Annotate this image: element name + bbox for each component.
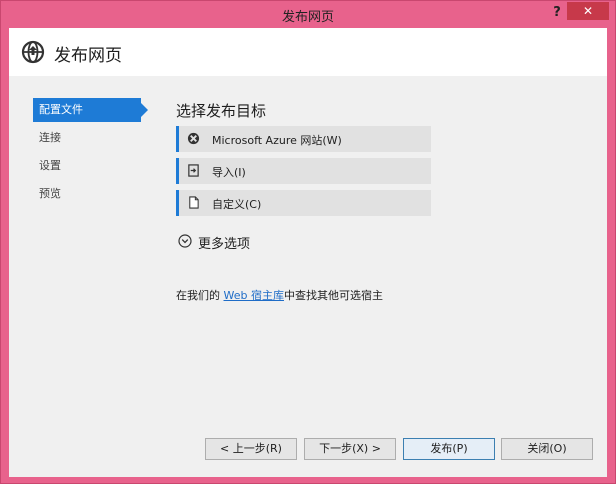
previous-button[interactable]: < 上一步(R) — [205, 438, 297, 460]
nav-item-preview[interactable]: 预览 — [33, 182, 143, 206]
globe-publish-icon — [21, 40, 45, 64]
nav-item-settings[interactable]: 设置 — [33, 154, 143, 178]
more-options-label: 更多选项 — [198, 237, 251, 252]
target-custom-label: 自定义(C) — [212, 198, 262, 211]
target-custom-button[interactable]: 自定义(C) — [176, 190, 431, 216]
target-azure-button[interactable]: Microsoft Azure 网站(W) — [176, 126, 431, 152]
web-hosting-gallery-link[interactable]: Web 宿主库 — [224, 289, 284, 302]
chevron-down-circle-icon — [178, 234, 192, 248]
host-line-prefix: 在我们的 — [176, 289, 224, 302]
publish-button[interactable]: 发布(P) — [403, 438, 495, 460]
dialog-body: 配置文件 连接 设置 预览 选择发布目标 Microsoft Azure 网站(… — [9, 76, 607, 477]
page-title: 发布网页 — [54, 46, 122, 66]
import-icon — [188, 164, 199, 177]
nav-item-connection[interactable]: 连接 — [33, 126, 143, 150]
dialog-header: 发布网页 — [9, 28, 607, 76]
section-title: 选择发布目标 — [176, 102, 267, 120]
help-button[interactable]: ? — [547, 3, 567, 23]
host-gallery-text: 在我们的 Web 宿主库中查找其他可选宿主 — [176, 287, 383, 303]
nav-item-profile[interactable]: 配置文件 — [33, 98, 148, 122]
target-import-button[interactable]: 导入(I) — [176, 158, 431, 184]
window-title: 发布网页 — [281, 10, 334, 25]
close-window-button[interactable]: ✕ — [567, 2, 609, 20]
target-azure-label: Microsoft Azure 网站(W) — [212, 134, 342, 147]
azure-icon — [187, 132, 200, 145]
close-button[interactable]: 关闭(O) — [501, 438, 593, 460]
publish-web-dialog: 发布网页 ? ✕ 发布网页 配置文件 连接 设置 预览 选择发布目标 Micro… — [0, 0, 616, 484]
title-bar: 发布网页 ? ✕ — [1, 1, 615, 27]
next-button[interactable]: 下一步(X) > — [304, 438, 396, 460]
host-line-suffix: 中查找其他可选宿主 — [283, 289, 383, 302]
target-import-label: 导入(I) — [212, 166, 246, 179]
document-icon — [189, 196, 199, 209]
